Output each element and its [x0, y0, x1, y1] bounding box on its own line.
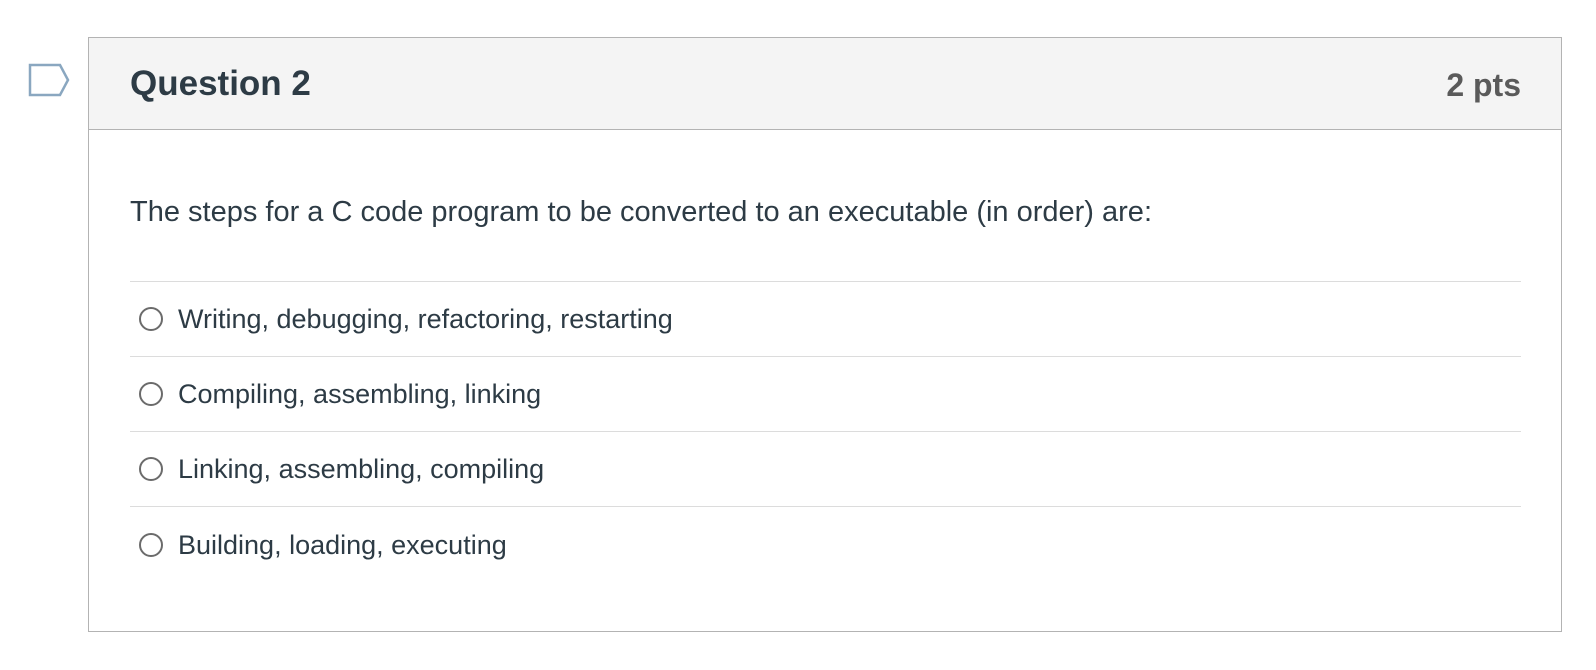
radio-button[interactable] — [139, 382, 163, 406]
answer-option[interactable]: Writing, debugging, refactoring, restart… — [130, 282, 1521, 357]
answer-label: Linking, assembling, compiling — [178, 454, 545, 484]
flag-icon — [28, 63, 70, 97]
answer-label: Writing, debugging, refactoring, restart… — [178, 304, 673, 334]
question-header: Question 2 2 pts — [89, 38, 1561, 130]
question-title: Question 2 — [130, 64, 311, 103]
radio-button[interactable] — [139, 532, 163, 557]
answer-label: Compiling, assembling, linking — [178, 379, 542, 409]
answer-label: Building, loading, executing — [178, 529, 507, 560]
radio-button[interactable] — [139, 307, 163, 331]
answer-option[interactable]: Building, loading, executing — [130, 507, 1521, 582]
question-body: The steps for a C code program to be con… — [130, 130, 1521, 631]
answer-option[interactable]: Linking, assembling, compiling — [130, 432, 1521, 507]
question-text: The steps for a C code program to be con… — [130, 196, 1152, 228]
radio-button[interactable] — [139, 457, 163, 481]
question-points: 2 pts — [1446, 67, 1521, 103]
question-card: Question 2 2 pts The steps for a C code … — [88, 37, 1562, 632]
answer-list: Writing, debugging, refactoring, restart… — [130, 281, 1521, 582]
answer-option[interactable]: Compiling, assembling, linking — [130, 357, 1521, 432]
flag-question-button[interactable] — [28, 63, 72, 99]
